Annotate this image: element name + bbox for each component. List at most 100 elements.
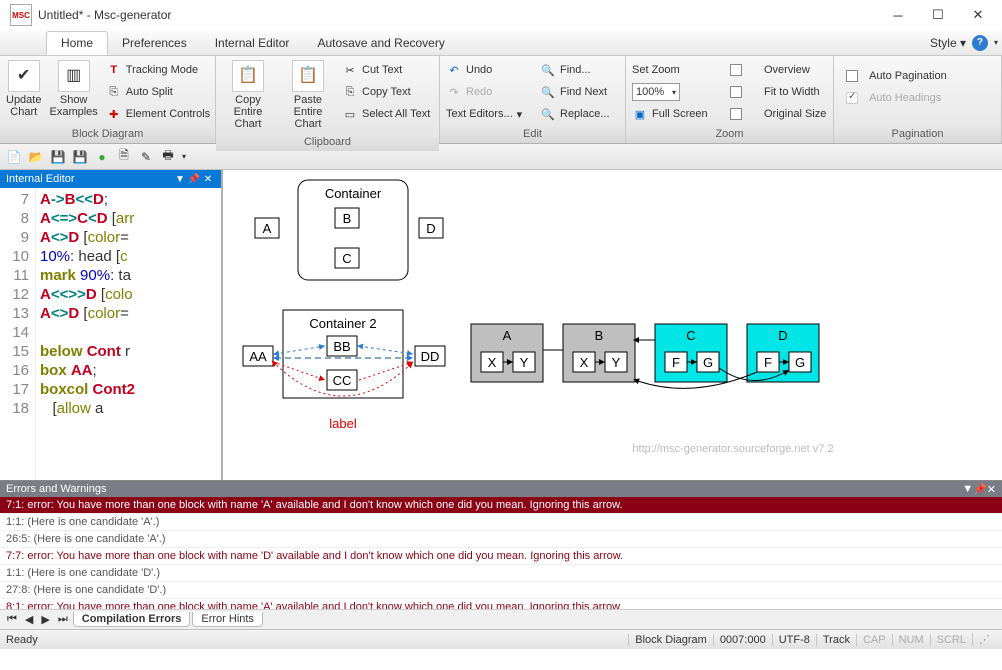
err-last-icon[interactable]: ⏭ — [55, 613, 71, 626]
help-icon[interactable]: ? — [972, 35, 988, 51]
fullscreen-button[interactable]: ▣Full Screen — [630, 104, 724, 124]
tab-compilation-errors[interactable]: Compilation Errors — [73, 612, 191, 627]
edit-icon[interactable]: ✎ — [138, 149, 154, 165]
orig-size-button[interactable]: Original Size — [728, 104, 828, 124]
saveas-icon[interactable]: 💾 — [72, 149, 88, 165]
element-controls-button[interactable]: ✚Element Controls — [104, 104, 212, 124]
errors-list[interactable]: 7:1: error: You have more than one block… — [0, 497, 1002, 609]
tab-home[interactable]: Home — [46, 31, 108, 55]
fit-width-button[interactable]: Fit to Width — [728, 82, 828, 102]
copy-chart-button[interactable]: 📋Copy Entire Chart — [220, 58, 276, 132]
status-scrl: SCRL — [930, 634, 972, 646]
export-icon[interactable]: 🗎 — [116, 149, 132, 165]
print-icon[interactable]: 🖶 — [160, 149, 176, 165]
group-edit: Edit — [440, 126, 625, 143]
tab-preferences[interactable]: Preferences — [108, 32, 201, 54]
save-icon[interactable]: 💾 — [50, 149, 66, 165]
resize-grip-icon[interactable]: ⋰ — [972, 633, 996, 646]
minimize-button[interactable]: ─ — [878, 1, 918, 29]
svg-text:http://msc-generator.sourcefor: http://msc-generator.sourceforge.net v7.… — [632, 443, 833, 455]
status-mode: Block Diagram — [628, 634, 713, 646]
errors-dropdown-icon[interactable]: ▼ — [962, 483, 973, 495]
svg-text:B: B — [595, 328, 604, 343]
style-dropdown[interactable]: Style ▾ — [924, 36, 972, 50]
svg-text:X: X — [580, 355, 589, 370]
redo-button[interactable]: ↷Redo — [444, 82, 534, 102]
status-track: Track — [816, 634, 856, 646]
copy-text-button[interactable]: ⎘Copy Text — [340, 82, 432, 102]
error-row[interactable]: 7:1: error: You have more than one block… — [0, 497, 1002, 514]
update-chart-button[interactable]: ✔Update Chart — [4, 58, 43, 120]
new-icon[interactable]: 📄 — [6, 149, 22, 165]
copy-icon: ⎘ — [342, 84, 358, 100]
status-enc: UTF-8 — [772, 634, 816, 646]
error-row[interactable]: 1:1: (Here is one candidate 'A'.) — [0, 514, 1002, 531]
svg-text:F: F — [764, 355, 772, 370]
tracking-mode-button[interactable]: TTracking Mode — [104, 60, 212, 80]
editor-dropdown-icon[interactable]: ▼ — [173, 174, 187, 185]
tab-autosave[interactable]: Autosave and Recovery — [303, 32, 458, 54]
ribbon-tabs: Home Preferences Internal Editor Autosav… — [0, 30, 1002, 56]
group-clipboard: Clipboard — [216, 134, 439, 151]
tab-internal-editor[interactable]: Internal Editor — [201, 32, 304, 54]
svg-text:X: X — [488, 355, 497, 370]
auto-split-button[interactable]: ⎘Auto Split — [104, 82, 212, 102]
editor-title: Internal Editor ▼ 📌 ✕ — [0, 170, 221, 188]
group-block-diagram: Block Diagram — [0, 126, 215, 143]
select-all-button[interactable]: ▭Select All Text — [340, 104, 432, 124]
split-icon: ⎘ — [106, 84, 122, 100]
auto-headings-toggle[interactable]: Auto Headings — [844, 88, 949, 108]
undo-button[interactable]: ↶Undo — [444, 60, 534, 80]
error-row[interactable]: 26:5: (Here is one candidate 'A'.) — [0, 531, 1002, 548]
svg-text:F: F — [672, 355, 680, 370]
open-icon[interactable]: 📂 — [28, 149, 44, 165]
error-row[interactable]: 8:1: error: You have more than one block… — [0, 599, 1002, 609]
group-pagination: Pagination — [834, 126, 1001, 143]
svg-text:CC: CC — [333, 373, 352, 388]
paste-chart-button[interactable]: 📋Paste Entire Chart — [280, 58, 336, 132]
error-row[interactable]: 1:1: (Here is one candidate 'D'.) — [0, 565, 1002, 582]
tracking-icon: T — [106, 62, 122, 78]
app-icon: MSC — [10, 4, 32, 26]
maximize-button[interactable]: ☐ — [918, 1, 958, 29]
error-row[interactable]: 7:7: error: You have more than one block… — [0, 548, 1002, 565]
svg-text:DD: DD — [421, 349, 440, 364]
text-editors-button[interactable]: Text Editors... ▾ — [444, 104, 534, 124]
err-prev-icon[interactable]: ◀ — [22, 613, 36, 626]
err-first-icon[interactable]: ⏮ — [4, 613, 20, 626]
set-zoom-label: Set Zoom — [630, 60, 724, 80]
workarea: Internal Editor ▼ 📌 ✕ 789101112131415161… — [0, 170, 1002, 480]
tab-error-hints[interactable]: Error Hints — [192, 612, 263, 627]
chart-canvas[interactable]: Container B C A D Container 2 BB CC AA D… — [222, 170, 1002, 480]
fitwidth-checkbox — [730, 86, 742, 98]
show-examples-button[interactable]: ▥Show Examples — [47, 58, 99, 120]
err-next-icon[interactable]: ▶ — [38, 613, 52, 626]
svg-text:Container 2: Container 2 — [309, 316, 376, 331]
status-cap: CAP — [856, 634, 892, 646]
replace-button[interactable]: 🔍Replace... — [538, 104, 612, 124]
group-zoom: Zoom — [626, 126, 833, 143]
errors-close-icon[interactable]: ✕ — [987, 483, 996, 496]
errors-pin-icon[interactable]: 📌 — [973, 483, 987, 496]
svg-text:B: B — [343, 211, 352, 226]
cut-text-button[interactable]: ✂Cut Text — [340, 60, 432, 80]
run-icon[interactable]: ● — [94, 149, 110, 165]
svg-text:D: D — [426, 221, 435, 236]
svg-text:AA: AA — [249, 349, 267, 364]
statusbar: Ready Block Diagram 0007:000 UTF-8 Track… — [0, 629, 1002, 649]
fullscreen-icon: ▣ — [632, 106, 648, 122]
close-button[interactable]: ✕ — [958, 1, 998, 29]
editor-close-icon[interactable]: ✕ — [201, 174, 215, 185]
find-next-button[interactable]: 🔍Find Next — [538, 82, 612, 102]
editor-pin-icon[interactable]: 📌 — [187, 174, 201, 185]
svg-text:Container: Container — [325, 186, 382, 201]
code-editor[interactable]: 789101112131415161718 A->B<<D;A<=>C<D [a… — [0, 188, 221, 480]
error-row[interactable]: 27:8: (Here is one candidate 'D'.) — [0, 582, 1002, 599]
svg-text:BB: BB — [333, 339, 350, 354]
overview-button[interactable]: Overview — [728, 60, 828, 80]
zoom-input[interactable]: 100%▾ — [632, 83, 680, 101]
find-button[interactable]: 🔍Find... — [538, 60, 612, 80]
auto-pagination-toggle[interactable]: Auto Pagination — [844, 66, 949, 86]
scissors-icon: ✂ — [342, 62, 358, 78]
controls-icon: ✚ — [106, 106, 122, 122]
